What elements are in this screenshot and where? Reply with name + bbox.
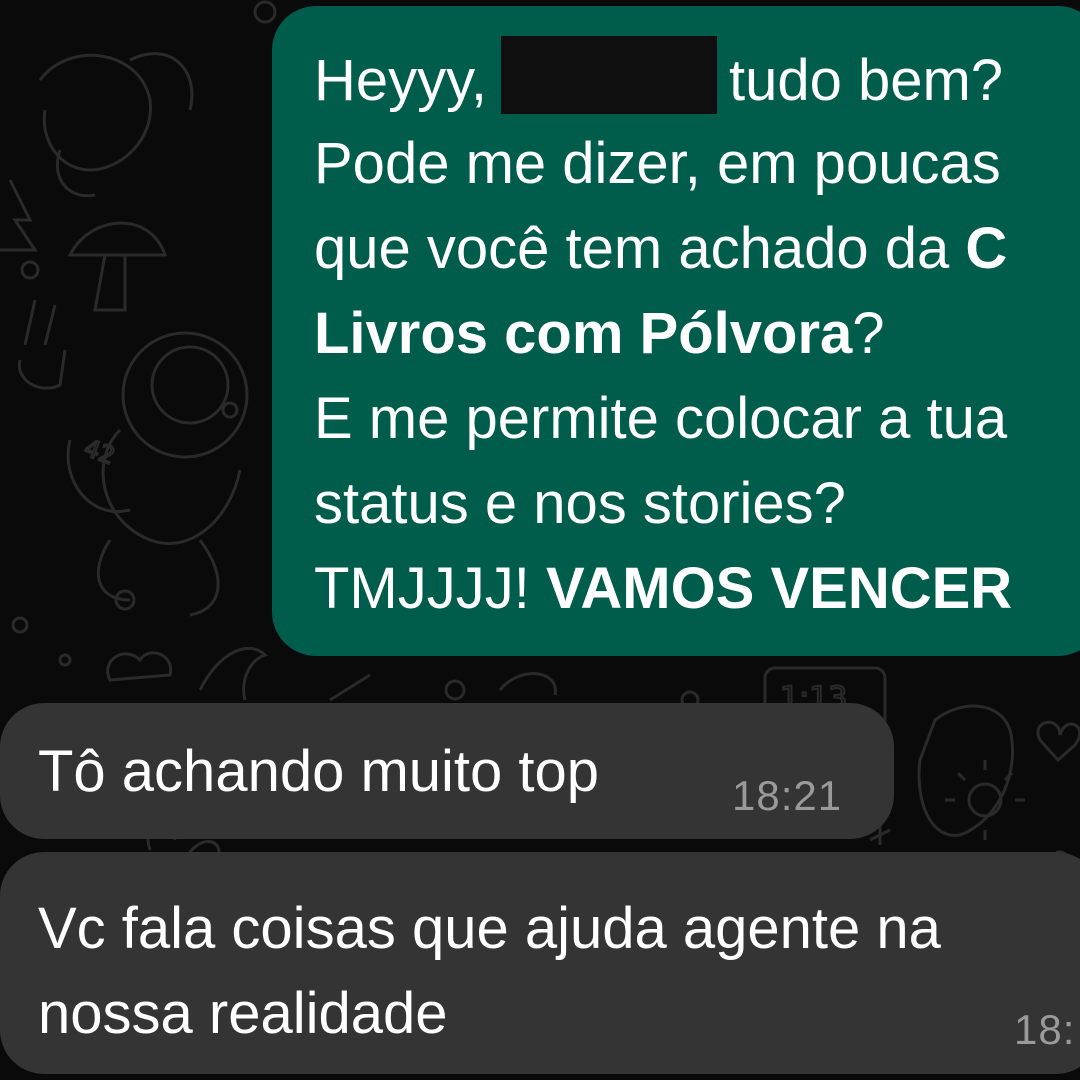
message-text: que você tem achado da (314, 216, 950, 281)
message-text: TMJJJJ! (314, 556, 530, 621)
message-line: E me permite colocar a tua (314, 386, 1008, 451)
message-line: que você tem achado da C (314, 206, 1080, 291)
svg-text:42: 42 (80, 434, 118, 471)
message-text: ? (852, 301, 885, 366)
redacted-name-block (500, 36, 717, 114)
bold-text: VAMOS VENCER (545, 556, 1013, 621)
bold-text: Livros com Pólvora (314, 301, 853, 366)
message-line: Vc fala coisas que ajuda agente na (38, 896, 941, 961)
message-timestamp: 18: (1014, 1006, 1076, 1053)
bold-text: C (965, 216, 1008, 281)
message-line: nossa realidade (38, 981, 448, 1046)
message-timestamp: 18:21 (732, 772, 843, 819)
message-line: TMJJJJ! VAMOS VENCER (314, 546, 1080, 631)
message-line: Pode me dizer, em poucas (314, 131, 1001, 196)
message-line: Livros com Pólvora? (314, 291, 1080, 376)
chat-view: 42 1:13 Heyyy, tudo bem? Pode me dizer, … (0, 0, 1080, 1080)
message-line: status e nos stories? (314, 471, 846, 536)
greeting-end-text: tudo bem? (728, 48, 1004, 113)
outgoing-message-bubble[interactable]: Heyyy, tudo bem? Pode me dizer, em poucas… (272, 6, 1080, 656)
greeting-start-text: Heyyy, (314, 48, 487, 113)
incoming-message-bubble[interactable]: Vc fala coisas que ajuda agente na nossa… (0, 852, 1080, 1074)
incoming-message-bubble[interactable]: Tô achando muito top 18:21 (0, 703, 894, 839)
message-line: Heyyy, tudo bem? (314, 36, 1080, 121)
